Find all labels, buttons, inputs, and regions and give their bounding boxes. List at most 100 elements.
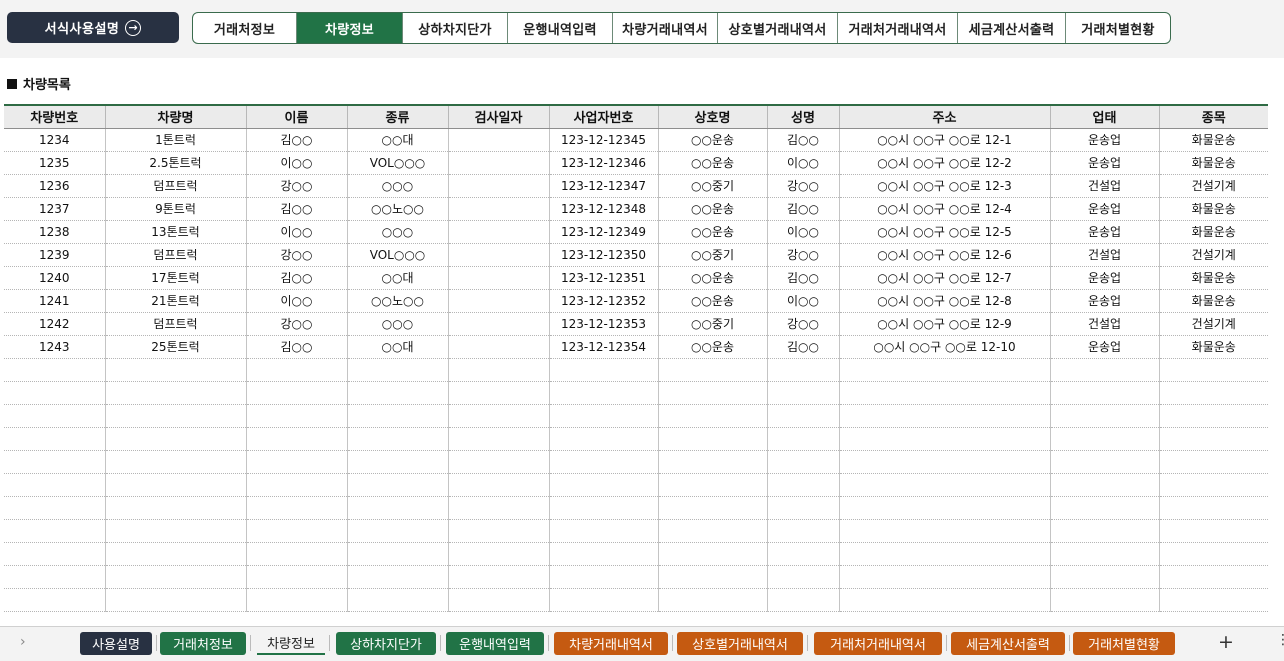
table-cell[interactable]: 건설기계 [1158,312,1268,336]
table-cell[interactable] [657,565,767,589]
table-cell[interactable] [766,358,839,382]
table-cell[interactable] [346,358,448,382]
table-cell[interactable]: ○○○ [346,174,448,198]
table-cell[interactable] [548,450,658,474]
table-cell[interactable]: 운송업 [1049,266,1159,290]
table-cell[interactable]: ○○운송 [657,266,767,290]
table-cell[interactable]: ○○시 ○○구 ○○로 12-4 [838,197,1050,221]
table-cell[interactable] [766,588,839,612]
table-cell[interactable] [447,358,549,382]
table-cell[interactable] [766,496,839,520]
table-cell[interactable] [447,151,549,175]
table-cell[interactable] [346,542,448,566]
table-cell[interactable] [1158,588,1268,612]
table-cell[interactable] [104,496,246,520]
table-cell[interactable] [1049,404,1159,428]
table-cell[interactable] [1158,381,1268,405]
table-cell[interactable] [838,404,1050,428]
table-cell[interactable] [548,496,658,520]
table-cell[interactable]: 운송업 [1049,197,1159,221]
sheet-tab-8[interactable]: 거래처거래내역서 [814,632,942,655]
table-cell[interactable] [447,381,549,405]
table-cell[interactable]: 1239 [4,243,105,267]
sheet-tab-4[interactable]: 상하차지단가 [336,632,436,655]
table-cell[interactable]: ○○시 ○○구 ○○로 12-10 [838,335,1050,359]
nav-tab-8[interactable]: 세금계산서출력 [958,13,1066,43]
table-cell[interactable]: 건설기계 [1158,174,1268,198]
table-cell[interactable]: 운송업 [1049,289,1159,313]
table-cell[interactable]: 이○○ [766,220,839,244]
table-cell[interactable] [4,358,105,382]
table-cell[interactable] [447,588,549,612]
table-cell[interactable] [447,128,549,152]
nav-tab-4[interactable]: 운행내역입력 [508,13,613,43]
table-cell[interactable] [447,312,549,336]
table-cell[interactable]: ○○노○○ [346,197,448,221]
sheet-tab-1[interactable]: 사용설명 [80,632,152,655]
table-cell[interactable] [245,358,347,382]
table-cell[interactable]: 운송업 [1049,128,1159,152]
sheet-tab-10[interactable]: 거래처별현황 [1073,632,1175,655]
table-cell[interactable] [245,496,347,520]
table-cell[interactable] [657,542,767,566]
table-cell[interactable]: 1242 [4,312,105,336]
table-cell[interactable] [4,565,105,589]
table-cell[interactable]: 이○○ [245,220,347,244]
table-cell[interactable]: 17톤트럭 [104,266,246,290]
table-cell[interactable] [1049,473,1159,497]
table-cell[interactable]: 화물운송 [1158,128,1268,152]
table-cell[interactable]: ○○시 ○○구 ○○로 12-3 [838,174,1050,198]
table-cell[interactable]: 강○○ [245,243,347,267]
table-cell[interactable] [245,588,347,612]
table-cell[interactable]: 21톤트럭 [104,289,246,313]
table-cell[interactable] [4,496,105,520]
table-cell[interactable] [4,427,105,451]
table-cell[interactable] [657,381,767,405]
table-cell[interactable]: 화물운송 [1158,151,1268,175]
table-cell[interactable]: ○○운송 [657,220,767,244]
vertical-dots-icon[interactable]: ⋮ [1276,632,1284,648]
table-cell[interactable]: 1241 [4,289,105,313]
table-cell[interactable] [346,381,448,405]
table-cell[interactable]: VOL○○○ [346,151,448,175]
table-cell[interactable]: 화물운송 [1158,220,1268,244]
table-cell[interactable] [1049,565,1159,589]
table-cell[interactable] [104,427,246,451]
table-cell[interactable] [548,404,658,428]
table-cell[interactable]: ○○중기 [657,243,767,267]
table-cell[interactable] [1049,588,1159,612]
table-cell[interactable] [548,473,658,497]
table-cell[interactable] [548,542,658,566]
table-cell[interactable] [104,542,246,566]
table-cell[interactable]: 김○○ [245,197,347,221]
table-cell[interactable]: 1235 [4,151,105,175]
table-cell[interactable] [447,174,549,198]
table-cell[interactable] [245,519,347,543]
table-cell[interactable]: ○○운송 [657,335,767,359]
table-cell[interactable] [766,565,839,589]
table-cell[interactable] [104,404,246,428]
usage-guide-button[interactable]: 서식사용설명 → [7,12,179,43]
table-cell[interactable] [104,358,246,382]
table-cell[interactable]: 운송업 [1049,220,1159,244]
table-cell[interactable]: 화물운송 [1158,266,1268,290]
table-cell[interactable] [548,519,658,543]
table-cell[interactable] [766,381,839,405]
table-cell[interactable]: 김○○ [245,266,347,290]
nav-tab-3[interactable]: 상하차지단가 [403,13,508,43]
table-cell[interactable]: 이○○ [766,289,839,313]
table-cell[interactable]: ○○시 ○○구 ○○로 12-9 [838,312,1050,336]
table-cell[interactable]: 이○○ [766,151,839,175]
table-cell[interactable] [657,473,767,497]
table-cell[interactable]: ○○대 [346,266,448,290]
table-cell[interactable] [245,404,347,428]
table-cell[interactable] [766,473,839,497]
table-cell[interactable] [4,588,105,612]
table-cell[interactable]: ○○운송 [657,151,767,175]
table-cell[interactable]: ○○시 ○○구 ○○로 12-2 [838,151,1050,175]
table-cell[interactable] [838,473,1050,497]
table-cell[interactable]: 운송업 [1049,335,1159,359]
table-cell[interactable]: 김○○ [766,335,839,359]
table-cell[interactable] [1049,519,1159,543]
table-cell[interactable] [657,404,767,428]
